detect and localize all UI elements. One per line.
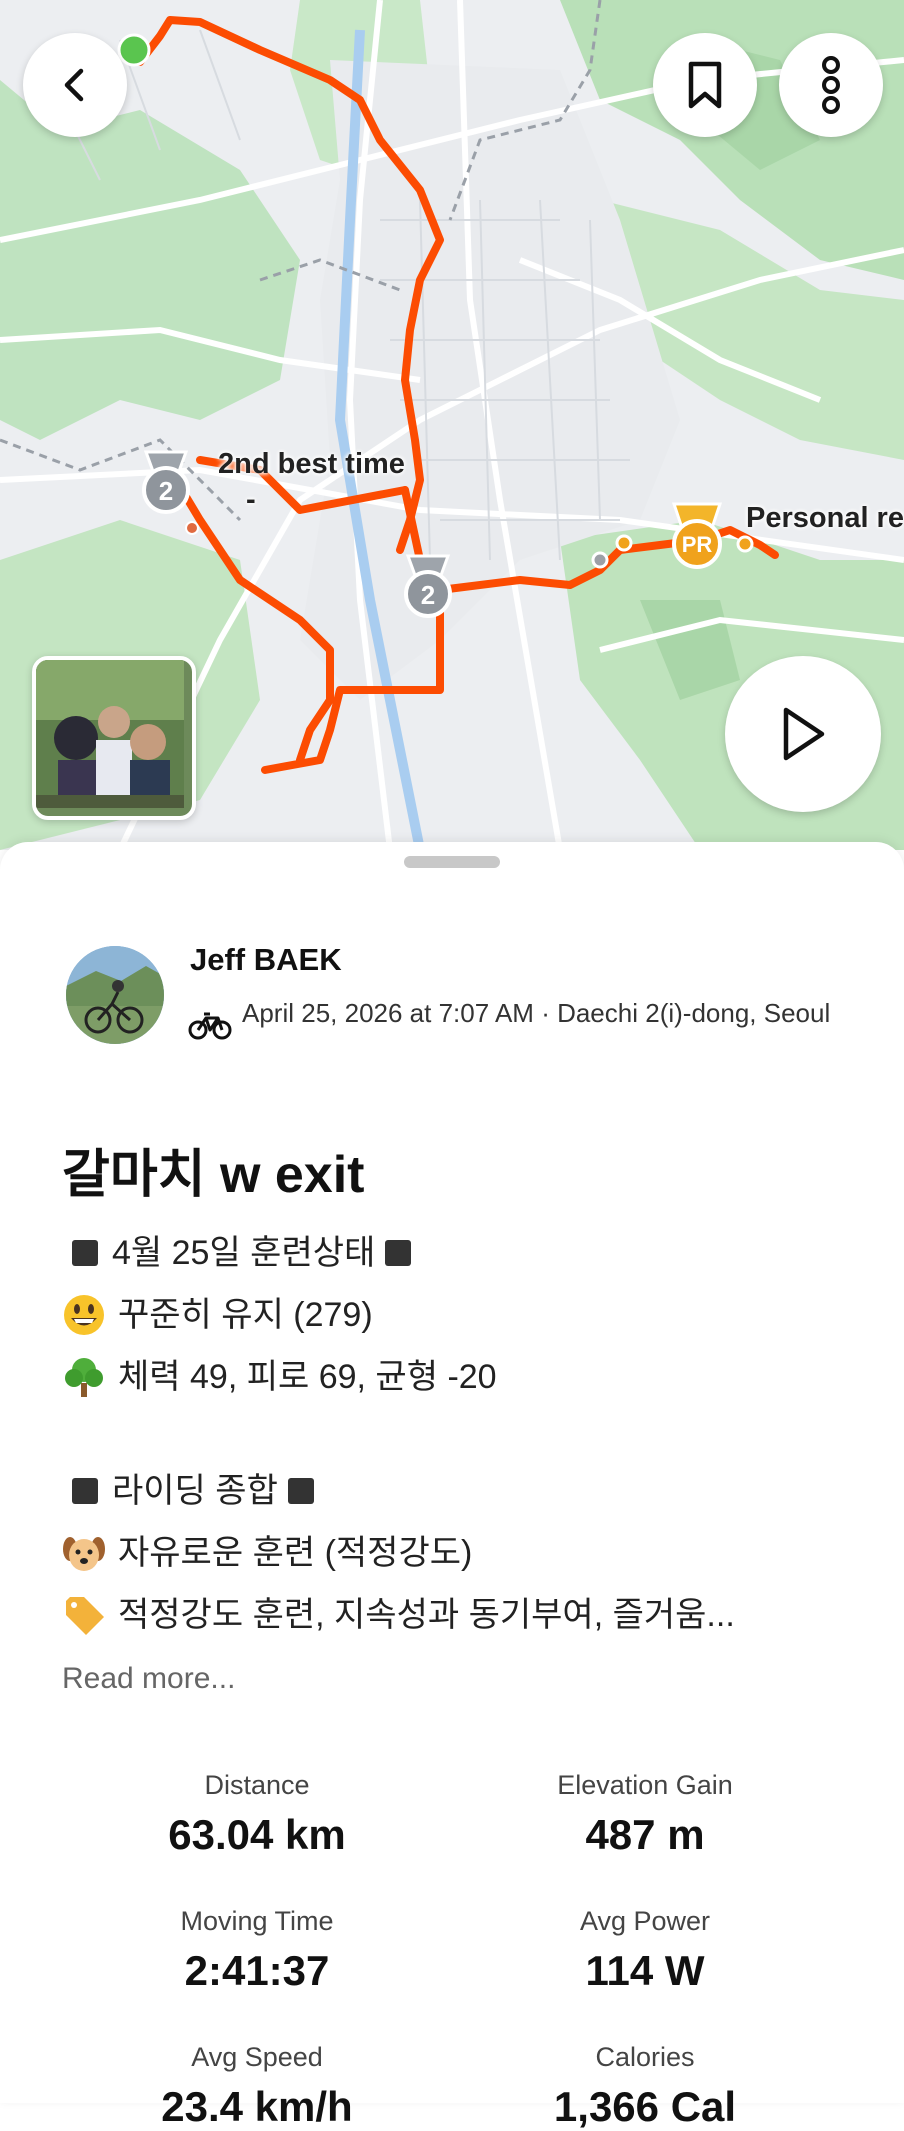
stat-label: Calories: [595, 2042, 695, 2072]
description-line: 적정강도 훈련, 지속성과 동기부여, 즐거움...: [62, 1584, 862, 1646]
activity-photo-thumbnail[interactable]: [32, 656, 196, 820]
stat-moving-time: Moving Time 2:41:37: [62, 1906, 452, 1995]
description-text: 4월 25일 훈련상태: [112, 1234, 376, 1272]
stat-label: Avg Speed: [191, 2042, 323, 2072]
play-icon: [783, 707, 825, 761]
grinning-face-icon: [64, 1295, 104, 1335]
route-map[interactable]: 2 2 PR 2nd best time - Personal re: [0, 0, 904, 850]
description-line: 4월 25일 훈련상태: [62, 1222, 862, 1284]
bike-icon: [188, 1012, 232, 1040]
description-line: 체력 49, 피로 69, 균형 -20: [62, 1346, 862, 1408]
stat-avg-speed: Avg Speed 23.4 km/h: [62, 2042, 452, 2131]
chevron-left-icon: [64, 68, 84, 102]
medal-rank-label: 2: [420, 580, 436, 610]
athlete-name[interactable]: Jeff BAEK: [190, 942, 342, 978]
black-square-icon: [385, 1240, 412, 1266]
tree-icon: [65, 1358, 103, 1397]
description-line: 라이딩 종합: [62, 1460, 862, 1522]
silver-medal-marker[interactable]: 2: [134, 448, 198, 518]
pr-medal-marker[interactable]: PR: [664, 500, 730, 572]
stat-label: Distance: [204, 1770, 310, 1800]
sheet-drag-handle[interactable]: [404, 856, 500, 868]
stat-distance: Distance 63.04 km: [62, 1770, 452, 1859]
description-line: 자유로운 훈련 (적정강도): [62, 1522, 862, 1584]
medal-rank-label: 2: [158, 476, 174, 506]
tag-icon: [66, 1597, 104, 1635]
stat-value: 2:41:37: [184, 1947, 330, 1994]
bookmark-icon: [688, 61, 722, 109]
stat-value: 114 W: [585, 1947, 705, 1994]
activity-photo: [36, 660, 184, 808]
dog-face-icon: [63, 1537, 105, 1571]
stat-elevation-gain: Elevation Gain 487 m: [450, 1770, 840, 1859]
bookmark-button[interactable]: [653, 33, 757, 137]
description-line: 꾸준히 유지 (279): [62, 1284, 862, 1346]
description-text: 자유로운 훈련 (적정강도): [118, 1534, 473, 1572]
stat-label: Moving Time: [180, 1906, 334, 1936]
play-flyover-button[interactable]: [725, 656, 881, 812]
athlete-avatar[interactable]: [66, 946, 164, 1044]
activity-description: 4월 25일 훈련상태 꾸준히 유지 (279) 체력 49, 피로 69, 균…: [62, 1222, 862, 1646]
stat-label: Avg Power: [579, 1906, 711, 1936]
description-text: 꾸준히 유지 (279): [118, 1296, 373, 1334]
second-best-time-sublabel: -: [246, 484, 256, 516]
description-text: 라이딩 종합: [112, 1472, 278, 1510]
more-options-button[interactable]: [779, 33, 883, 137]
second-best-time-label: 2nd best time: [218, 448, 405, 480]
stat-value: 23.4 km/h: [161, 2083, 353, 2130]
black-square-icon: [287, 1478, 314, 1504]
black-square-icon: [72, 1478, 98, 1504]
back-button[interactable]: [23, 33, 127, 137]
more-vertical-icon: [822, 56, 840, 114]
stat-calories: Calories 1,366 Cal: [450, 2042, 840, 2131]
silver-medal-marker[interactable]: 2: [396, 552, 460, 622]
personal-record-label: Personal re: [746, 502, 904, 534]
activity-details-sheet: Jeff BAEK April 25, 2026 at 7:07 AM · Da…: [0, 842, 904, 2130]
stat-avg-power: Avg Power 114 W: [450, 1906, 840, 1995]
stat-value: 1,366 Cal: [553, 2083, 737, 2130]
stat-value: 487 m: [585, 1811, 705, 1858]
description-text: 적정강도 훈련, 지속성과 동기부여, 즐거움...: [118, 1596, 735, 1634]
black-square-icon: [72, 1240, 98, 1266]
read-more-link[interactable]: Read more...: [62, 1662, 235, 1696]
activity-title: 갈마치 w exit: [62, 1146, 365, 1204]
description-text: 체력 49, 피로 69, 균형 -20: [118, 1358, 497, 1396]
stat-label: Elevation Gain: [557, 1770, 733, 1800]
stat-value: 63.04 km: [168, 1811, 346, 1858]
pr-label: PR: [681, 532, 713, 557]
activity-date-location: April 25, 2026 at 7:07 AM · Daechi 2(i)-…: [242, 998, 831, 1028]
avatar-image: [66, 946, 164, 1044]
